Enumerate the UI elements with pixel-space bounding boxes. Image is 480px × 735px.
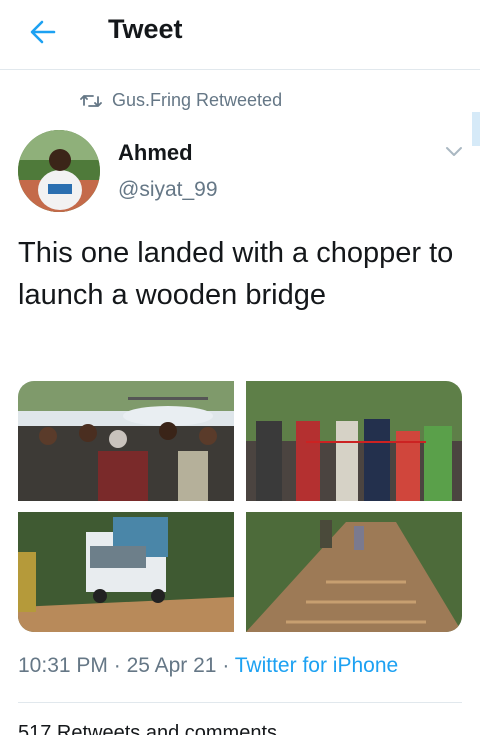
tweet-text: This one landed with a chopper to launch… xyxy=(18,237,454,311)
media-grid xyxy=(18,381,462,632)
tweet-metadata: 10:31 PM · 25 Apr 21 · Twitter for iPhon… xyxy=(18,654,399,677)
tweet-image[interactable] xyxy=(246,381,462,501)
tweet-image[interactable] xyxy=(18,381,234,501)
page-title: Tweet xyxy=(108,14,183,44)
retweet-label: Gus.Fring Retweeted xyxy=(112,90,283,110)
tweet-image[interactable] xyxy=(18,512,234,632)
chevron-down-icon[interactable] xyxy=(444,144,464,158)
author-name[interactable]: Ahmed xyxy=(118,140,193,166)
divider xyxy=(18,702,462,703)
avatar[interactable] xyxy=(18,130,100,212)
tweet-stats[interactable]: 517 Retweets and comments xyxy=(18,722,277,735)
tweet-time: 10:31 PM xyxy=(18,654,108,677)
tweet-source-link[interactable]: Twitter for iPhone xyxy=(235,654,398,677)
author-handle[interactable]: @siyat_99 xyxy=(118,178,218,202)
retweet-icon xyxy=(80,94,102,107)
retweet-context[interactable]: Gus.Fring Retweeted xyxy=(80,90,282,111)
tweet-image[interactable] xyxy=(246,512,462,632)
top-bar: Tweet xyxy=(0,0,480,70)
scrollbar[interactable] xyxy=(472,112,480,146)
tweet-date: 25 Apr 21 xyxy=(126,654,217,677)
arrow-left-icon[interactable] xyxy=(28,17,58,47)
